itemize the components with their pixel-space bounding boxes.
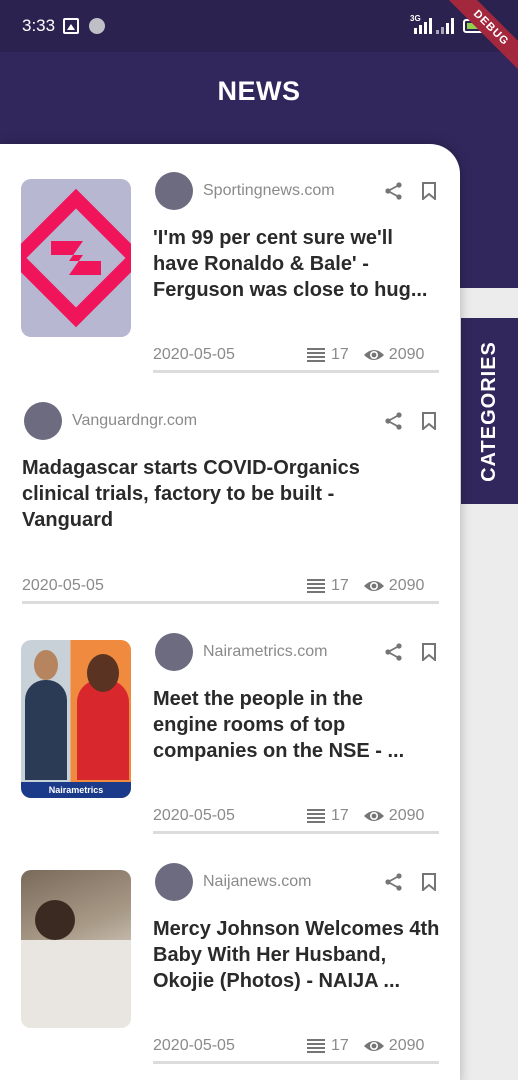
article-meta: 17 2090	[307, 346, 424, 364]
share-icon[interactable]	[384, 411, 404, 431]
share-icon[interactable]	[384, 642, 404, 662]
source-avatar	[155, 633, 193, 671]
article-date: 2020-05-05	[153, 346, 235, 363]
article-thumbnail[interactable]: Nairametrics	[21, 640, 131, 798]
item-divider	[22, 601, 439, 604]
signal-icon-secondary	[436, 18, 454, 34]
list-icon	[307, 1039, 325, 1053]
gallery-notification-icon	[63, 18, 79, 34]
article-date: 2020-05-05	[153, 1037, 235, 1054]
thumbnail-person	[77, 654, 129, 780]
list-count: 17	[331, 346, 349, 363]
bookmark-icon[interactable]	[421, 182, 437, 200]
page-title: NEWS	[217, 76, 301, 106]
view-count: 2090	[388, 807, 425, 824]
bookmark-icon[interactable]	[421, 643, 437, 661]
source-avatar	[155, 172, 193, 210]
item-divider	[153, 370, 439, 373]
article-thumbnail[interactable]	[21, 179, 131, 337]
thumbnail-person	[35, 900, 75, 940]
categories-label: CATEGORIES	[478, 340, 501, 482]
article-headline[interactable]: Meet the people in the engine rooms of t…	[153, 686, 423, 764]
list-count: 17	[331, 807, 349, 824]
source-name: Nairametrics.com	[203, 643, 328, 660]
view-count: 2090	[388, 346, 425, 363]
views-eye-icon	[363, 1041, 384, 1051]
share-icon[interactable]	[384, 181, 404, 201]
app-notification-icon	[89, 18, 105, 34]
list-icon	[307, 579, 325, 593]
view-count: 2090	[388, 1037, 425, 1054]
article-headline[interactable]: Mercy Johnson Welcomes 4th Baby With Her…	[153, 916, 443, 994]
views-eye-icon	[363, 811, 384, 821]
source-name: Sportingnews.com	[203, 182, 335, 199]
share-icon[interactable]	[384, 872, 404, 892]
list-count: 17	[331, 1037, 349, 1054]
article-meta: 17 2090	[307, 807, 424, 825]
source-avatar	[155, 863, 193, 901]
bookmark-icon[interactable]	[421, 873, 437, 891]
source-name: Naijanews.com	[203, 873, 312, 890]
item-divider	[153, 831, 439, 834]
list-count: 17	[331, 577, 349, 594]
status-time: 3:33	[22, 16, 56, 35]
article-thumbnail[interactable]	[21, 870, 131, 1028]
status-bar: 3:33 3G	[0, 0, 518, 52]
thumbnail-person	[25, 650, 67, 780]
item-divider	[153, 1061, 439, 1064]
news-list[interactable]: Sportingnews.com 'I'm 99 per cent sure w…	[0, 144, 460, 1080]
article-date: 2020-05-05	[153, 807, 235, 824]
views-eye-icon	[363, 581, 384, 591]
article-date: 2020-05-05	[22, 577, 104, 594]
views-eye-icon	[363, 350, 384, 360]
article-headline[interactable]: Madagascar starts COVID-Organics clinica…	[22, 455, 422, 533]
bookmark-icon[interactable]	[421, 412, 437, 430]
source-name: Vanguardngr.com	[72, 412, 198, 429]
article-meta: 17 2090	[307, 577, 424, 595]
categories-tab[interactable]: CATEGORIES	[461, 318, 518, 504]
sporting-news-logo	[21, 188, 131, 328]
thumbnail-bed	[21, 940, 131, 1028]
list-icon	[307, 809, 325, 823]
source-avatar	[24, 402, 62, 440]
signal-icon	[414, 18, 432, 34]
view-count: 2090	[388, 577, 425, 594]
article-meta: 17 2090	[307, 1037, 424, 1055]
article-headline[interactable]: 'I'm 99 per cent sure we'll have Ronaldo…	[153, 225, 443, 303]
list-icon	[307, 348, 325, 362]
thumbnail-caption: Nairametrics	[21, 782, 131, 798]
